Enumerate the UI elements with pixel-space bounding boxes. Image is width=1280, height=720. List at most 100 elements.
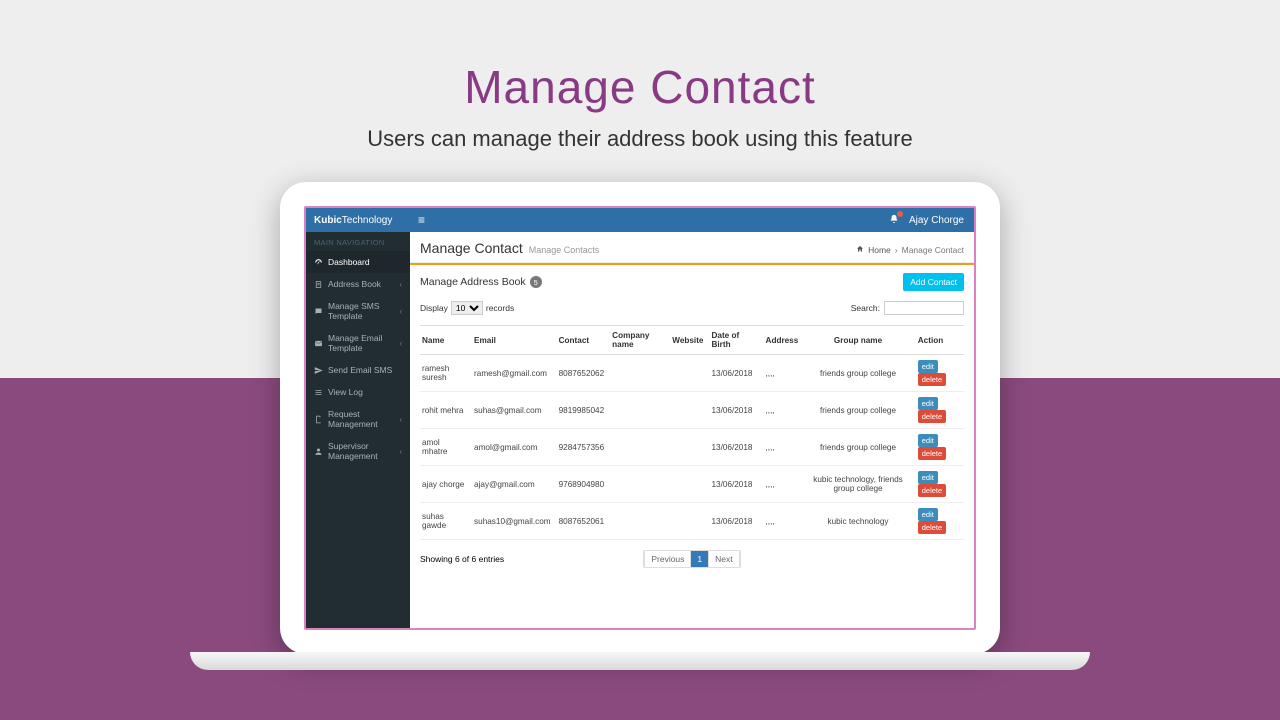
- chevron-left-icon: ‹: [399, 307, 402, 316]
- sidebar-item-dashboard[interactable]: Dashboard: [306, 251, 410, 273]
- page-header: Manage Contact Manage Contacts Home › Ma…: [410, 232, 974, 263]
- sidebar-item-viewlog[interactable]: View Log: [306, 381, 410, 403]
- cell-dob: 13/06/2018: [707, 503, 761, 540]
- edit-button[interactable]: edit: [918, 471, 938, 484]
- document-icon: [314, 415, 323, 424]
- hamburger-icon[interactable]: ≡: [410, 213, 433, 227]
- cell-address: ,,,,: [762, 503, 803, 540]
- home-icon: [856, 245, 864, 255]
- col-company[interactable]: Company name: [608, 326, 668, 355]
- chevron-left-icon: ‹: [399, 447, 402, 456]
- display-label: Display: [420, 303, 448, 313]
- edit-button[interactable]: edit: [918, 397, 938, 410]
- contacts-table: Name Email Contact Company name Website …: [420, 325, 964, 540]
- col-address[interactable]: Address: [762, 326, 803, 355]
- search-input[interactable]: [884, 301, 964, 315]
- cell-name: rohit mehra: [420, 392, 470, 429]
- list-icon: [314, 388, 323, 397]
- brand-bold: Kubic: [314, 215, 342, 226]
- hero-subtitle: Users can manage their address book usin…: [0, 126, 1280, 152]
- cell-email: suhas@gmail.com: [470, 392, 555, 429]
- sidebar: MAIN NAVIGATION Dashboard Address Book ‹: [306, 232, 410, 628]
- sidebar-item-addressbook[interactable]: Address Book ‹: [306, 273, 410, 295]
- delete-button[interactable]: delete: [918, 373, 946, 386]
- cell-company: [608, 466, 668, 503]
- brand[interactable]: KubicTechnology: [306, 215, 410, 226]
- add-contact-button[interactable]: Add Contact: [903, 273, 964, 291]
- cell-address: ,,,,: [762, 429, 803, 466]
- count-badge: 5: [530, 276, 542, 288]
- sidebar-item-label: Supervisor Management: [328, 441, 394, 461]
- sidebar-item-email-template[interactable]: Manage Email Template ‹: [306, 327, 410, 359]
- sidebar-item-send[interactable]: Send Email SMS: [306, 359, 410, 381]
- cell-name: ramesh suresh: [420, 355, 470, 392]
- cell-action: editdelete: [914, 503, 964, 540]
- delete-button[interactable]: delete: [918, 410, 946, 423]
- edit-button[interactable]: edit: [918, 360, 938, 373]
- sidebar-item-sms-template[interactable]: Manage SMS Template ‹: [306, 295, 410, 327]
- cell-website: [668, 503, 707, 540]
- hero-title: Manage Contact: [0, 60, 1280, 114]
- cell-company: [608, 429, 668, 466]
- pager-page-1[interactable]: 1: [691, 551, 708, 567]
- cell-website: [668, 355, 707, 392]
- pager-next[interactable]: Next: [708, 551, 739, 567]
- chevron-left-icon: ‹: [399, 339, 402, 348]
- col-action[interactable]: Action: [914, 326, 964, 355]
- cell-contact: 8087652061: [555, 503, 609, 540]
- cell-website: [668, 429, 707, 466]
- col-email[interactable]: Email: [470, 326, 555, 355]
- perpage-select[interactable]: 10: [451, 301, 483, 315]
- laptop-base: [190, 652, 1090, 670]
- chat-icon: [314, 307, 323, 316]
- sidebar-item-label: Manage Email Template: [328, 333, 394, 353]
- app-root: KubicTechnology ≡ Ajay Chorge MAIN NAVIG…: [306, 208, 974, 628]
- topbar-username[interactable]: Ajay Chorge: [909, 215, 964, 226]
- send-icon: [314, 366, 323, 375]
- envelope-icon: [314, 339, 323, 348]
- delete-button[interactable]: delete: [918, 447, 946, 460]
- table-controls: Display 10 records Search:: [420, 301, 964, 315]
- cell-address: ,,,,: [762, 392, 803, 429]
- pager-prev[interactable]: Previous: [644, 551, 691, 567]
- sidebar-item-request[interactable]: Request Management ‹: [306, 403, 410, 435]
- cell-address: ,,,,: [762, 466, 803, 503]
- chevron-left-icon: ‹: [399, 415, 402, 424]
- search-wrap: Search:: [851, 301, 964, 315]
- sidebar-item-supervisor[interactable]: Supervisor Management ‹: [306, 435, 410, 467]
- table-footer: Showing 6 of 6 entries Previous 1 Next S…: [420, 550, 964, 568]
- hero: Manage Contact Users can manage their ad…: [0, 60, 1280, 152]
- table-row: amol mhatreamol@gmail.com928475735613/06…: [420, 429, 964, 466]
- sidebar-item-label: Manage SMS Template: [328, 301, 394, 321]
- chevron-left-icon: ‹: [399, 280, 402, 289]
- col-group[interactable]: Group name: [802, 326, 913, 355]
- panel-title: Manage Address Book: [420, 276, 526, 288]
- cell-name: suhas gawde: [420, 503, 470, 540]
- cell-contact: 9284757356: [555, 429, 609, 466]
- app-body: MAIN NAVIGATION Dashboard Address Book ‹: [306, 232, 974, 628]
- edit-button[interactable]: edit: [918, 508, 938, 521]
- sidebar-item-label: Dashboard: [328, 257, 370, 267]
- cell-dob: 13/06/2018: [707, 466, 761, 503]
- panel: Manage Address Book 5 Add Contact Displa…: [410, 265, 974, 628]
- edit-button[interactable]: edit: [918, 434, 938, 447]
- bell-icon[interactable]: [889, 214, 899, 227]
- main-content: Manage Contact Manage Contacts Home › Ma…: [410, 232, 974, 628]
- breadcrumb-home[interactable]: Home: [868, 245, 891, 255]
- laptop-frame: KubicTechnology ≡ Ajay Chorge MAIN NAVIG…: [280, 182, 1000, 654]
- col-dob[interactable]: Date of Birth: [707, 326, 761, 355]
- table-row: suhas gawdesuhas10@gmail.com808765206113…: [420, 503, 964, 540]
- delete-button[interactable]: delete: [918, 521, 946, 534]
- col-website[interactable]: Website: [668, 326, 707, 355]
- cell-group: kubic technology: [802, 503, 913, 540]
- col-contact[interactable]: Contact: [555, 326, 609, 355]
- table-row: ajay chorgeajay@gmail.com976890498013/06…: [420, 466, 964, 503]
- col-name[interactable]: Name: [420, 326, 470, 355]
- cell-dob: 13/06/2018: [707, 392, 761, 429]
- cell-group: friends group college: [802, 355, 913, 392]
- sidebar-item-label: Address Book: [328, 279, 381, 289]
- delete-button[interactable]: delete: [918, 484, 946, 497]
- cell-group: friends group college: [802, 392, 913, 429]
- topbar-right: Ajay Chorge: [889, 214, 974, 227]
- records-label: records: [486, 303, 514, 313]
